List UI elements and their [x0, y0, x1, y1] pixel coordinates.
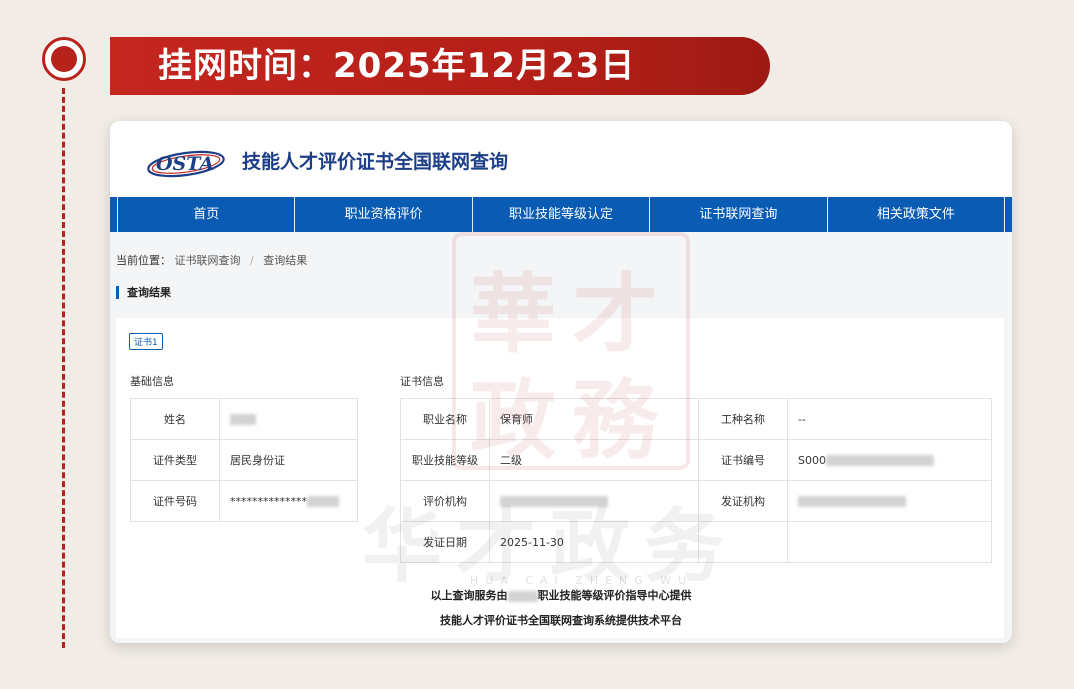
table-row: 评价机构 发证机构	[400, 480, 992, 522]
table-row: 证件类型 居民身份证	[130, 439, 358, 481]
empty-label-cell	[698, 521, 788, 563]
name-value	[219, 398, 358, 440]
timeline-dot-icon	[42, 37, 86, 81]
nav-skill-level-certification[interactable]: 职业技能等级认定	[471, 197, 649, 232]
redacted-id-number	[307, 496, 339, 507]
name-label: 姓名	[130, 398, 220, 440]
basic-info-table: 姓名 证件类型 居民身份证 证件号码 **************	[130, 398, 358, 522]
cert-info-label: 证书信息	[400, 375, 444, 388]
breadcrumb-separator: /	[250, 254, 254, 267]
issuing-org-label: 发证机构	[698, 480, 788, 522]
table-row: 姓名	[130, 398, 358, 440]
footer-service-note: 以上查询服务由 职业技能等级评价指导中心提供	[430, 589, 692, 602]
job-type-value: --	[787, 398, 992, 440]
breadcrumb-item-result: 查询结果	[263, 254, 308, 267]
breadcrumb: 当前位置： 证书联网查询 / 查询结果	[116, 252, 307, 268]
timeline-dashed-line	[62, 88, 65, 648]
table-row: 发证日期 2025-11-30	[400, 521, 992, 563]
svg-text:OSTA: OSTA	[156, 153, 214, 175]
id-number-value: **************	[219, 480, 358, 522]
issuing-org-value	[787, 480, 992, 522]
issue-date-value: 2025-11-30	[489, 521, 699, 563]
job-type-label: 工种名称	[698, 398, 788, 440]
redacted-evaluation-org	[500, 496, 608, 507]
skill-level-value: 二级	[489, 439, 699, 481]
redacted-cert-number	[825, 455, 934, 466]
date-banner: 挂网时间：2025年12月23日	[110, 37, 770, 95]
nav-certificate-query[interactable]: 证书联网查询	[649, 197, 826, 232]
breadcrumb-item-certificate-query[interactable]: 证书联网查询	[175, 254, 241, 267]
id-type-value: 居民身份证	[219, 439, 358, 481]
site-header: OSTA 技能人才评价证书全国联网查询	[110, 121, 1012, 197]
nav-policy-documents[interactable]: 相关政策文件	[826, 197, 1006, 232]
cert-info-table: 职业名称 保育师 工种名称 -- 职业技能等级 二级 证书编号 S000 评价机…	[400, 398, 992, 563]
osta-logo-icon: OSTA	[147, 150, 225, 178]
section-title: 查询结果	[116, 286, 171, 299]
date-banner-text: 挂网时间：2025年12月23日	[158, 46, 636, 86]
table-row: 证件号码 **************	[130, 480, 358, 522]
issue-date-label: 发证日期	[400, 521, 490, 563]
evaluation-org-value	[489, 480, 699, 522]
nav-home[interactable]: 首页	[117, 197, 294, 232]
basic-info-label: 基础信息	[130, 375, 174, 388]
content-area: 当前位置： 证书联网查询 / 查询结果 查询结果 证书1 基础信息 证书信息 姓…	[110, 232, 1012, 643]
screenshot-card: OSTA 技能人才评价证书全国联网查询 首页 职业资格评价 职业技能等级认定 证…	[110, 121, 1012, 643]
empty-value-cell	[787, 521, 992, 563]
breadcrumb-prefix: 当前位置：	[116, 254, 171, 267]
cert-number-label: 证书编号	[698, 439, 788, 481]
main-nav: 首页 职业资格评价 职业技能等级认定 证书联网查询 相关政策文件	[110, 197, 1012, 232]
redacted-issuing-org	[798, 496, 906, 507]
nav-qualification-evaluation[interactable]: 职业资格评价	[294, 197, 471, 232]
table-row: 职业名称 保育师 工种名称 --	[400, 398, 992, 440]
skill-level-label: 职业技能等级	[400, 439, 490, 481]
id-number-label: 证件号码	[130, 480, 220, 522]
redacted-provider	[507, 590, 538, 602]
footer-platform-note: 技能人才评价证书全国联网查询系统提供技术平台	[440, 614, 682, 627]
tab-certificate-1[interactable]: 证书1	[129, 333, 163, 350]
occupation-label: 职业名称	[400, 398, 490, 440]
table-row: 职业技能等级 二级 证书编号 S000	[400, 439, 992, 481]
occupation-value: 保育师	[489, 398, 699, 440]
cert-number-value: S000	[787, 439, 992, 481]
id-type-label: 证件类型	[130, 439, 220, 481]
redacted-name	[230, 414, 256, 425]
evaluation-org-label: 评价机构	[400, 480, 490, 522]
site-title: 技能人才评价证书全国联网查询	[242, 151, 509, 173]
